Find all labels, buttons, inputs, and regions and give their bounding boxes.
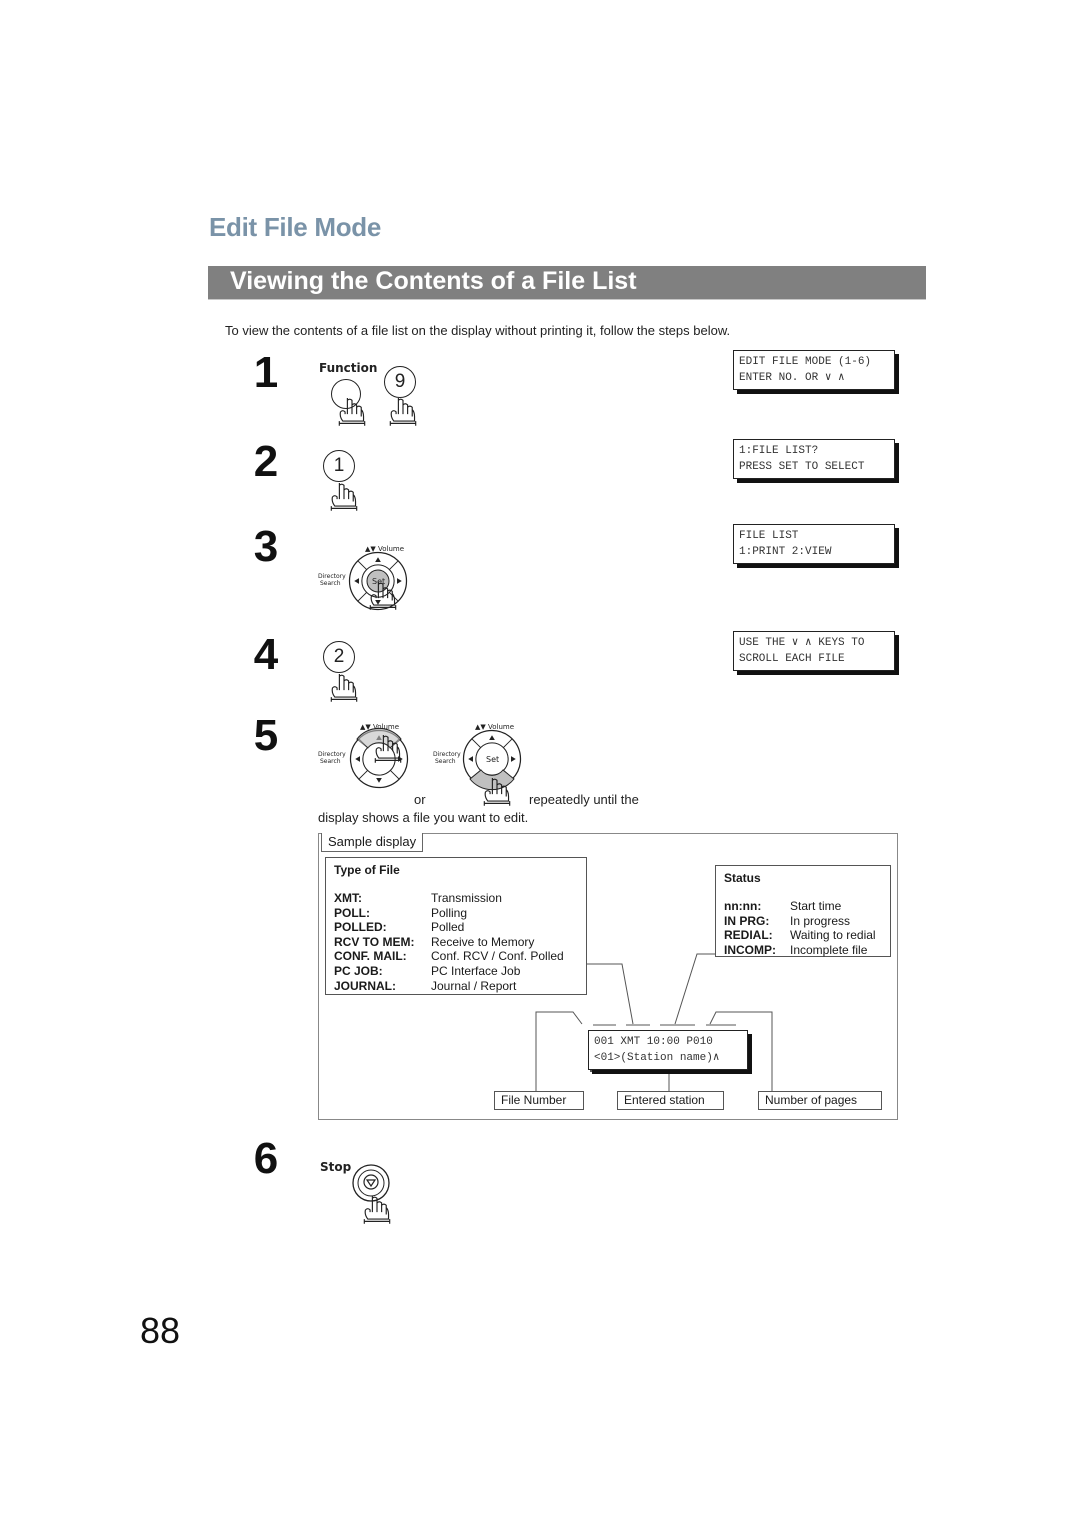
lcd-line: <01>(Station name)∧ bbox=[594, 1052, 720, 1064]
legend-row: JOURNAL: Journal / Report bbox=[334, 979, 578, 994]
legend-header: Type of File bbox=[334, 863, 400, 877]
legend-row: POLL: Polling bbox=[334, 906, 578, 921]
legend-header: Status bbox=[724, 871, 761, 885]
legend-value: Receive to Memory bbox=[431, 934, 535, 949]
legend-key: INCOMP: bbox=[724, 942, 776, 957]
callout-lines bbox=[535, 953, 773, 1091]
legend-row: REDIAL: Waiting to redial bbox=[724, 928, 882, 943]
legend-row: XMT: Transmission bbox=[334, 891, 578, 906]
legend-value: In progress bbox=[790, 913, 851, 928]
legend-key: POLL: bbox=[334, 905, 370, 920]
file-number-callout-line bbox=[535, 1011, 583, 1091]
legend-value: Transmission bbox=[431, 891, 502, 905]
legend-key: RCV TO MEM: bbox=[334, 934, 415, 949]
legend-row: nn:nn: Start time bbox=[724, 899, 882, 914]
type-of-file-legend: Type of File XMT: Transmission POLL: Pollin… bbox=[325, 857, 587, 995]
legend-key: POLLED: bbox=[334, 920, 387, 935]
legend-key: IN PRG: bbox=[724, 913, 770, 928]
legend-key: PC JOB: bbox=[334, 963, 383, 978]
type-callout-line bbox=[586, 963, 634, 1025]
legend-row: INCOMP: Incomplete file bbox=[724, 943, 882, 958]
legend-row: IN PRG: In progress bbox=[724, 914, 882, 929]
legend-key: REDIAL: bbox=[724, 928, 773, 943]
status-legend: Status nn:nn: Start time IN PRG: In progres… bbox=[715, 865, 891, 957]
entered-station-callout: Entered station bbox=[617, 1091, 724, 1110]
legend-value: PC Interface Job bbox=[431, 963, 521, 978]
lcd-line: 001 XMT 10:00 P010 bbox=[594, 1036, 713, 1048]
legend-value: Start time bbox=[790, 899, 842, 913]
legend-value: Incomplete file bbox=[790, 942, 868, 957]
page-number: 88 bbox=[140, 1310, 181, 1351]
legend-value: Polled bbox=[431, 920, 465, 935]
legend-key: JOURNAL: bbox=[334, 978, 396, 993]
legend-row: PC JOB: PC Interface Job bbox=[334, 964, 578, 979]
legend-value: Conf. RCV / Conf. Polled bbox=[431, 949, 564, 964]
legend-key: nn:nn: bbox=[724, 899, 762, 913]
step-number-6: 6 bbox=[253, 1134, 279, 1183]
legend-value: Polling bbox=[431, 905, 468, 920]
number-of-pages-callout: Number of pages bbox=[758, 1091, 882, 1110]
legend-key: CONF. MAIL: bbox=[334, 949, 407, 964]
status-callout-line bbox=[674, 953, 715, 1025]
finger-press-icon bbox=[363, 1196, 391, 1225]
stop-key-label: Stop bbox=[320, 1160, 352, 1174]
legend-row: RCV TO MEM: Receive to Memory bbox=[334, 935, 578, 950]
legend-value: Waiting to redial bbox=[790, 928, 876, 943]
legend-row: POLLED: Polled bbox=[334, 920, 578, 935]
legend-key: XMT: bbox=[334, 891, 362, 905]
sample-lcd-display: 001 XMT 10:00 P010 <01>(Station name)∧ bbox=[588, 1030, 748, 1070]
legend-row: CONF. MAIL: Conf. RCV / Conf. Polled bbox=[334, 949, 578, 964]
legend-value: Journal / Report bbox=[431, 978, 517, 993]
file-number-callout: File Number bbox=[494, 1091, 584, 1110]
